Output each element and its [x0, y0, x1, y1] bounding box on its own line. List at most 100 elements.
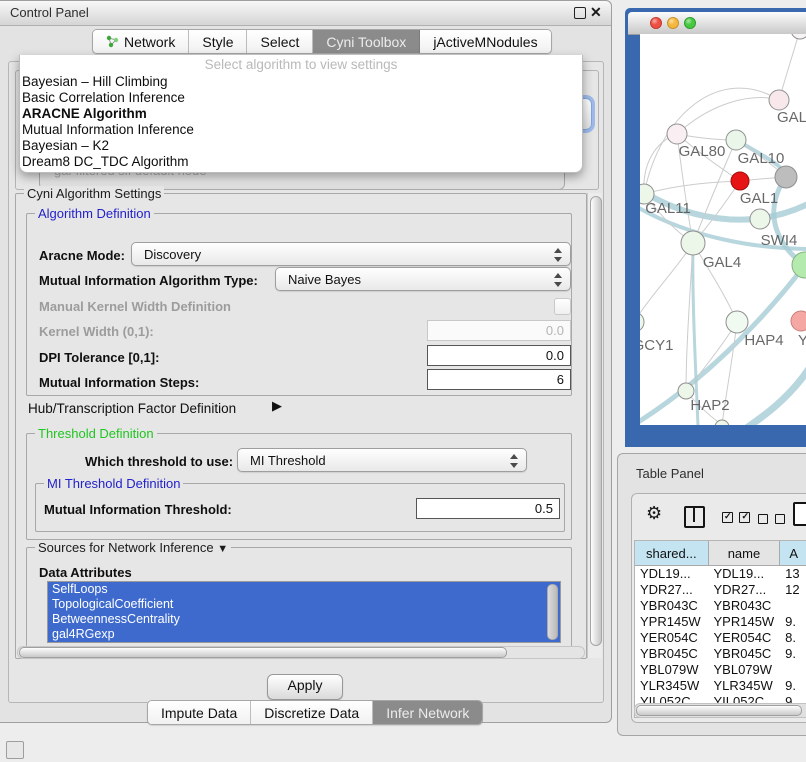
cyni-algorithm-settings-legend: Cyni Algorithm Settings	[24, 186, 164, 201]
mi-threshold-label: Mutual Information Threshold:	[44, 502, 232, 517]
checked-boxes-icon[interactable]: ✓ ✓	[722, 510, 750, 528]
document-icon[interactable]	[793, 502, 806, 526]
minimize-traffic-light[interactable]	[667, 17, 679, 29]
tab-discretize-data[interactable]: Discretize Data	[251, 701, 373, 724]
node-attribute-table[interactable]: shared...nameA YDL19...YDL19...13YDR27..…	[634, 540, 806, 718]
apply-button[interactable]: Apply	[267, 674, 343, 700]
dpi-tolerance-field[interactable]: 0.0	[427, 345, 571, 366]
network-node-gcy1[interactable]	[640, 312, 644, 332]
attributes-scrollbar-thumb[interactable]	[547, 584, 558, 640]
table-row[interactable]: YPR145WYPR145W9.	[635, 614, 806, 630]
tab-label: Network	[124, 34, 175, 50]
bottom-tabbar: Impute DataDiscretize DataInfer Network	[147, 700, 483, 725]
attribute-list-item[interactable]: TopologicalCoefficient	[48, 597, 560, 612]
table-row[interactable]: YER054CYER054C8.	[635, 630, 806, 646]
network-node[interactable]	[775, 166, 797, 188]
unchecked-boxes-icon[interactable]	[758, 511, 785, 529]
table-cell: YBR043C	[635, 598, 709, 614]
mi-threshold-field[interactable]: 0.5	[416, 498, 560, 519]
mi-algorithm-type-combobox[interactable]: Naive Bayes	[275, 267, 571, 291]
tab-label: Select	[260, 34, 299, 50]
table-row[interactable]: YBR045CYBR045C9.	[635, 646, 806, 662]
corner-grip-icon[interactable]	[6, 741, 24, 759]
tab-cyni-toolbox[interactable]: Cyni Toolbox	[313, 30, 420, 53]
manual-kernel-width-checkbox[interactable]	[554, 298, 571, 315]
dropdown-option[interactable]: Bayesian – K2	[20, 138, 582, 154]
threshold-definition-group: Threshold Definition Which threshold to …	[26, 433, 572, 540]
control-panel-titlebar[interactable]: Control Panel ✕	[0, 1, 611, 26]
dropdown-option[interactable]: Mutual Information Inference	[20, 122, 582, 138]
table-cell: 9.	[780, 646, 806, 662]
network-node[interactable]	[750, 209, 770, 229]
hub-section-label: Hub/Transcription Factor Definition	[28, 401, 236, 416]
split-columns-icon[interactable]	[684, 506, 705, 528]
network-node-gal1[interactable]	[731, 172, 749, 190]
tab-jactivemnodules[interactable]: jActiveMNodules	[420, 30, 550, 53]
network-node-hap4[interactable]	[726, 311, 748, 333]
application-root: Control Panel ✕ Network Style Select Cyni T…	[0, 0, 806, 762]
network-graph: GALGAL80GAL10GAL1GAL11GAL4SWI4GCY1HAP4YH…	[640, 34, 806, 425]
close-traffic-light[interactable]	[650, 17, 662, 29]
network-node-y[interactable]	[791, 311, 806, 331]
table-hscrollbar-thumb[interactable]	[636, 705, 802, 716]
table-cell: 8.	[780, 630, 806, 646]
tab-label: Style	[202, 34, 233, 50]
data-attributes-label: Data Attributes	[39, 565, 132, 580]
table-panel-title: Table Panel	[636, 466, 704, 481]
float-window-icon[interactable]	[574, 7, 586, 19]
column-header[interactable]: name	[709, 541, 781, 565]
column-header[interactable]: shared...	[635, 541, 709, 565]
control-panel-tabbar: Network Style Select Cyni Toolbox jActiveMNo…	[92, 29, 552, 54]
close-icon[interactable]: ✕	[590, 4, 602, 21]
tab-select[interactable]: Select	[247, 30, 313, 53]
dropdown-option[interactable]: Basic Correlation Inference	[20, 90, 582, 106]
table-row[interactable]: YBL079WYBL079W	[635, 662, 806, 678]
table-cell: YBL079W	[709, 662, 781, 678]
data-attributes-list[interactable]: SelfLoopsTopologicalCoefficientBetweenne…	[47, 581, 561, 643]
tab-impute-data[interactable]: Impute Data	[148, 701, 251, 724]
network-window-titlebar[interactable]	[628, 12, 806, 35]
table-header-row: shared...nameA	[635, 541, 806, 566]
network-node-gal10[interactable]	[726, 130, 746, 150]
network-node[interactable]	[791, 34, 806, 39]
settings-hscrollbar-track[interactable]	[17, 646, 585, 659]
network-canvas[interactable]: GALGAL80GAL10GAL1GAL11GAL4SWI4GCY1HAP4YH…	[640, 34, 806, 425]
tab-network[interactable]: Network	[93, 30, 189, 53]
mi-steps-label: Mutual Information Steps:	[39, 375, 199, 390]
which-threshold-label: Which threshold to use:	[85, 454, 233, 469]
cyni-toolbox-panel: gal-filtered sif default node Select alg…	[8, 61, 604, 703]
table-row[interactable]: YLR345WYLR345W9.	[635, 678, 806, 694]
which-threshold-combobox[interactable]: MI Threshold	[237, 448, 527, 472]
network-node-gal4[interactable]	[681, 231, 705, 255]
network-node-gal[interactable]	[769, 90, 789, 110]
table-cell: YER054C	[635, 630, 709, 646]
maximize-traffic-light[interactable]	[684, 17, 696, 29]
tab-style[interactable]: Style	[189, 30, 247, 53]
collapse-arrow-icon[interactable]: ▼	[217, 543, 228, 555]
table-row[interactable]: YDR27...YDR27...12	[635, 582, 806, 598]
dropdown-option[interactable]: ARACNE Algorithm	[20, 106, 582, 122]
table-row[interactable]: YBR043CYBR043C	[635, 598, 806, 614]
expand-arrow-icon[interactable]: ▶	[272, 398, 282, 414]
table-cell: 9.	[780, 614, 806, 630]
algorithm-dropdown-items: Bayesian – Hill ClimbingBasic Correlatio…	[20, 74, 582, 170]
dropdown-option[interactable]: Dream8 DC_TDC Algorithm	[20, 154, 582, 170]
gear-icon[interactable]: ⚙	[646, 503, 662, 524]
tab-infer-network[interactable]: Infer Network	[373, 701, 482, 724]
settings-vscrollbar-thumb[interactable]	[590, 196, 602, 646]
column-header[interactable]: A	[780, 541, 806, 565]
mi-steps-field[interactable]: 6	[427, 369, 571, 390]
network-node-gal80[interactable]	[667, 124, 687, 144]
attribute-list-item[interactable]: SelfLoops	[48, 582, 560, 597]
sources-group: Sources for Network Inference ▼ Data Att…	[26, 547, 572, 648]
kernel-width-field[interactable]: 0.0	[427, 320, 571, 341]
tab-label: jActiveMNodules	[433, 34, 537, 50]
attribute-list-item[interactable]: gal4RGexp	[48, 627, 560, 642]
dropdown-option[interactable]: Bayesian – Hill Climbing	[20, 74, 582, 90]
settings-vscrollbar-track[interactable]	[587, 193, 602, 658]
attribute-list-item[interactable]: BetweennessCentrality	[48, 612, 560, 627]
table-hscrollbar-track[interactable]	[634, 703, 806, 718]
settings-hscrollbar-thumb[interactable]	[19, 647, 507, 658]
table-row[interactable]: YDL19...YDL19...13	[635, 566, 806, 582]
aracne-mode-combobox[interactable]: Discovery	[131, 242, 571, 266]
